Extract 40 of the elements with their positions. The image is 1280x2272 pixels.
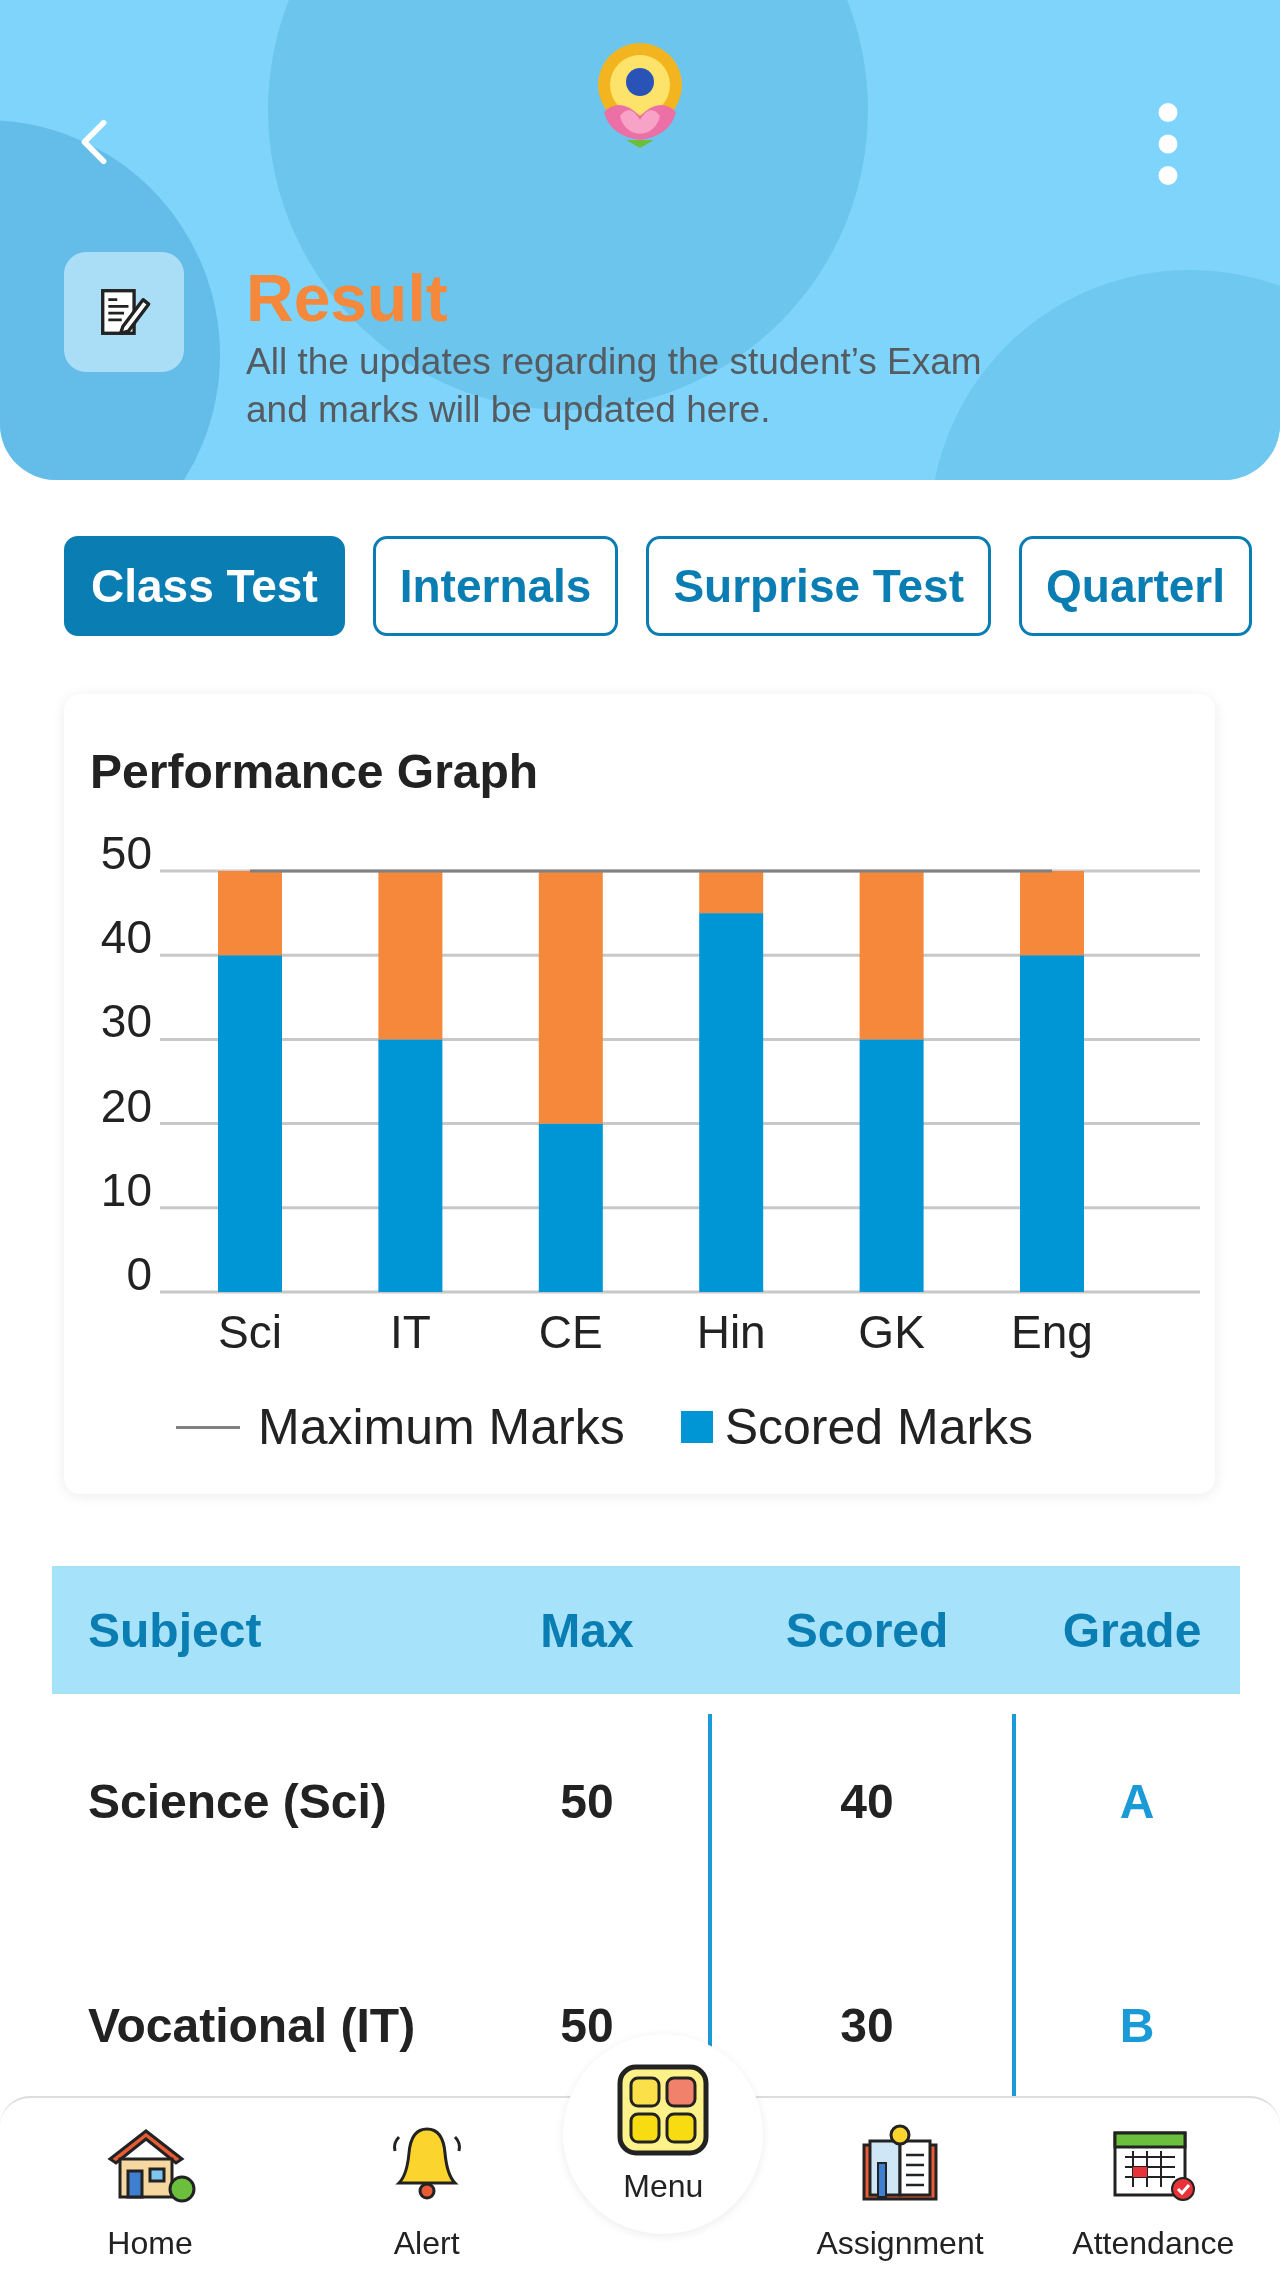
exam-tab[interactable]: Internals xyxy=(372,536,619,636)
more-icon[interactable] xyxy=(1157,102,1179,186)
category-label: Sci xyxy=(218,1306,282,1358)
axis-tick-label: 20 xyxy=(100,1079,152,1132)
chart-title: Performance Graph xyxy=(90,744,539,799)
page-subtitle: All the updates regarding the student’s Exam and marks will be updated here. xyxy=(246,340,983,432)
legend-swatch-icon xyxy=(680,1411,713,1443)
legend-label: Scored Marks xyxy=(724,1398,1034,1456)
nav-item[interactable]: Assignment xyxy=(773,2098,1027,2272)
exam-tab[interactable]: Quarterl xyxy=(1019,536,1252,636)
table-cell: Vocational (IT) xyxy=(88,1998,416,2053)
page-title: Result xyxy=(246,260,449,336)
table-cell-text: 40 xyxy=(839,1774,895,1829)
category-label: Eng xyxy=(1011,1306,1093,1358)
legend-line-icon xyxy=(176,1425,240,1429)
axis-tick-label: 30 xyxy=(100,995,152,1048)
axis-tick-label: 50 xyxy=(100,827,152,879)
axis-tick-label: 10 xyxy=(100,1163,152,1216)
category-label: IT xyxy=(389,1306,431,1358)
axis-tick-label: 0 xyxy=(126,1248,152,1300)
grade-cell-text: A xyxy=(1118,1774,1156,1829)
column-header: Subject xyxy=(88,1602,262,1658)
grid-icon xyxy=(617,2063,710,2156)
axis-tick-label: 40 xyxy=(100,911,152,964)
grade-cell-text: B xyxy=(1118,1998,1156,2053)
exam-tab[interactable]: Class Test xyxy=(64,536,345,636)
nav-item[interactable]: Alert xyxy=(300,2098,554,2272)
nav-item[interactable]: Home xyxy=(0,2098,300,2272)
nav-item[interactable]: Attendance xyxy=(1026,2098,1280,2272)
category-label: CE xyxy=(538,1306,603,1358)
table-cell: Science (Sci) xyxy=(88,1774,387,1829)
table-cell-text: 50 xyxy=(559,1774,615,1829)
column-header: Scored xyxy=(784,1602,950,1658)
category-label: GK xyxy=(858,1306,925,1358)
column-header: Max xyxy=(539,1602,635,1658)
legend-label: Maximum Marks xyxy=(258,1398,625,1456)
category-label: Hin xyxy=(696,1306,766,1358)
column-header: Grade xyxy=(1061,1602,1203,1658)
exam-tab[interactable]: Surprise Test xyxy=(646,536,991,636)
table-cell-text: 30 xyxy=(839,1998,895,2053)
